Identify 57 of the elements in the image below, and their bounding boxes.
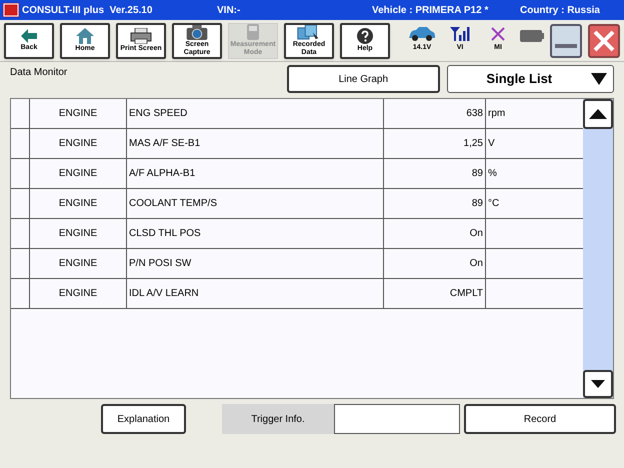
- help-icon: [357, 28, 373, 44]
- item-cell: COOLANT TEMP/S: [127, 189, 384, 218]
- item-cell: P/N POSI SW: [127, 249, 384, 278]
- signal-icon: [450, 27, 470, 42]
- item-cell: CLSD THL POS: [127, 219, 384, 248]
- scroll-up-button[interactable]: [583, 99, 613, 129]
- system-cell: ENGINE: [30, 279, 127, 308]
- app-title: CONSULT-III plus Ver.25.10: [22, 4, 154, 18]
- system-cell: ENGINE: [30, 219, 127, 248]
- system-cell: ENGINE: [30, 249, 127, 278]
- line-graph-button[interactable]: Line Graph: [287, 65, 440, 93]
- scroll-down-button[interactable]: [583, 370, 613, 398]
- minimize-button[interactable]: [550, 24, 582, 58]
- close-button[interactable]: [588, 24, 620, 58]
- scrollbar[interactable]: [583, 99, 613, 398]
- value-cell: 1,25: [384, 129, 486, 158]
- dropdown-arrow-icon: [591, 73, 607, 85]
- app-logo-icon: [3, 3, 19, 17]
- unit-cell-text: %: [487, 167, 498, 181]
- battery-icon: [520, 30, 544, 42]
- value-cell: On: [384, 219, 486, 248]
- vin-label: VIN:-: [217, 4, 242, 18]
- record-button[interactable]: Record: [464, 404, 616, 434]
- camera-icon: [186, 24, 208, 40]
- unit-cell-text: V: [487, 137, 496, 151]
- item-cell: MAS A/F SE-B1: [127, 129, 384, 158]
- system-cell: ENGINE: [30, 159, 127, 188]
- country-label: Country : Russia: [520, 4, 600, 18]
- view-select[interactable]: Single List: [446, 65, 614, 93]
- value-cell: CMPLT: [384, 279, 486, 308]
- trigger-info-field[interactable]: [334, 404, 460, 434]
- section-title: Data Monitor: [10, 66, 68, 80]
- cross-icon: [491, 27, 505, 42]
- close-icon: [593, 30, 615, 52]
- item-cell: A/F ALPHA-B1: [127, 159, 384, 188]
- explanation-button[interactable]: Explanation: [101, 404, 186, 434]
- vehicle-label: Vehicle : PRIMERA P12 *: [372, 4, 490, 18]
- device-icon: [247, 24, 259, 40]
- unit-cell-text: rpm: [487, 107, 506, 121]
- item-cell: IDL A/V LEARN: [127, 279, 384, 308]
- value-cell: On: [384, 249, 486, 278]
- back-arrow-icon: [21, 29, 37, 43]
- value-cell: 89: [384, 189, 486, 218]
- printer-icon: [130, 28, 152, 44]
- folders-icon: [297, 24, 321, 40]
- house-icon: [76, 28, 94, 44]
- value-cell: 89: [384, 159, 486, 188]
- system-cell: ENGINE: [30, 99, 127, 128]
- unit-cell-text: °C: [487, 197, 500, 211]
- car-icon: [408, 27, 436, 42]
- trigger-info-label: Trigger Info.: [222, 404, 334, 434]
- system-cell: ENGINE: [30, 129, 127, 158]
- up-arrow-icon: [589, 109, 607, 119]
- value-cell: 638: [384, 99, 486, 128]
- down-arrow-icon: [591, 380, 605, 388]
- item-cell: ENG SPEED: [127, 99, 384, 128]
- system-cell: ENGINE: [30, 189, 127, 218]
